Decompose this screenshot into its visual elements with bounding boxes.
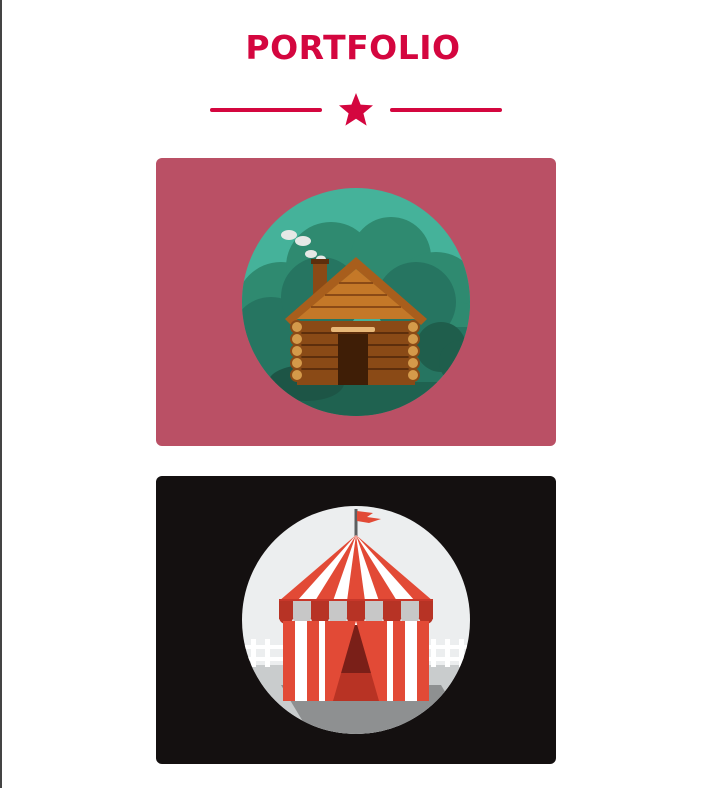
portfolio-heading: PORTFOLIO [245,28,461,67]
star-icon [339,93,373,126]
divider-line-right [390,108,502,112]
divider-line-left [210,108,322,112]
portfolio-item-cabin[interactable] [156,158,556,446]
page-left-border [0,0,2,788]
heading-divider [210,92,502,128]
portfolio-item-circus[interactable] [156,476,556,764]
log-cabin-illustration [242,188,470,416]
circus-tent-illustration [242,506,470,734]
